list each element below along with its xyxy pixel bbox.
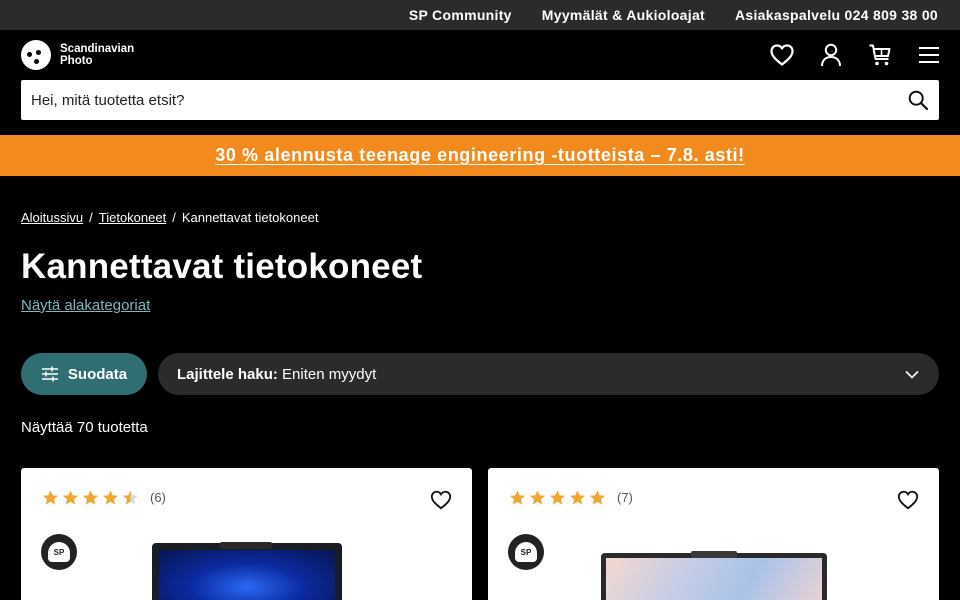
site-header: Scandinavian Photo — [0, 30, 960, 80]
laptop-camera — [220, 542, 272, 549]
star-icon — [102, 490, 119, 505]
breadcrumb-separator: / — [89, 210, 93, 225]
breadcrumb-separator: / — [172, 210, 176, 225]
search-bar — [21, 80, 939, 120]
promo-link[interactable]: 30 % alennusta teenage engineering -tuot… — [215, 145, 745, 166]
rating-count: (7) — [617, 490, 633, 505]
account-button[interactable] — [818, 42, 844, 68]
star-icon — [509, 490, 526, 505]
community-link[interactable]: SP Community — [409, 7, 512, 23]
filter-button[interactable]: Suodata — [21, 353, 147, 395]
star-icon — [529, 490, 546, 505]
search-button[interactable] — [906, 88, 930, 112]
star-icon — [82, 490, 99, 505]
sliders-icon — [41, 366, 58, 382]
chevron-down-icon — [905, 370, 919, 379]
search-input[interactable] — [31, 91, 906, 109]
sort-label: Lajittele haku: — [177, 365, 278, 383]
laptop-camera — [691, 551, 737, 558]
stores-link[interactable]: Myymälät & Aukioloajat — [542, 7, 705, 23]
menu-icon — [919, 47, 939, 63]
cart-button[interactable] — [867, 42, 893, 68]
star-rating — [509, 489, 609, 506]
logo-mark-icon — [21, 40, 51, 70]
sort-text: Lajittele haku: Eniten myydyt — [177, 366, 376, 383]
product-card[interactable]: (6) SP — [21, 468, 472, 600]
breadcrumb: Aloitussivu / Tietokoneet / Kannettavat … — [21, 210, 939, 225]
user-icon — [821, 43, 841, 67]
page-title: Kannettavat tietokoneet — [21, 247, 423, 286]
cart-icon — [869, 44, 891, 66]
product-rating: (7) — [509, 489, 633, 506]
sort-select[interactable]: Lajittele haku: Eniten myydyt — [158, 353, 939, 395]
logo-text: Scandinavian Photo — [60, 43, 134, 67]
result-count: Näyttää 70 tuotetta — [21, 419, 148, 436]
header-icons — [769, 42, 942, 68]
star-icon — [589, 490, 606, 505]
show-subcategories-link[interactable]: Näytä alakategoriat — [21, 297, 150, 314]
star-icon — [569, 490, 586, 505]
filter-label: Suodata — [67, 365, 128, 383]
main-content: Aloitussivu / Tietokoneet / Kannettavat … — [0, 210, 960, 600]
product-image[interactable] — [152, 542, 342, 600]
sp-badge: SP — [41, 534, 77, 570]
search-icon — [908, 90, 928, 110]
logo[interactable]: Scandinavian Photo — [21, 40, 134, 70]
product-image[interactable] — [601, 551, 827, 600]
sp-badge-label: SP — [515, 542, 537, 562]
logo-line-1: Scandinavian — [60, 43, 135, 55]
star-icon — [42, 490, 59, 505]
laptop-screen-image — [159, 550, 335, 600]
heart-icon — [770, 44, 794, 66]
sp-badge-label: SP — [48, 542, 70, 562]
wishlist-button[interactable] — [769, 42, 795, 68]
product-grid: (6) SP (7) SP — [21, 468, 939, 600]
top-utility-bar: SP Community Myymälät & Aukioloajat Asia… — [0, 0, 960, 30]
star-rating — [42, 489, 142, 506]
breadcrumb-home[interactable]: Aloitussivu — [21, 210, 83, 225]
star-icon — [122, 490, 139, 505]
menu-button[interactable] — [916, 42, 942, 68]
favorite-heart-icon[interactable] — [897, 489, 919, 511]
product-rating: (6) — [42, 489, 166, 506]
sort-value: Eniten myydyt — [282, 365, 377, 383]
laptop-screen-image — [606, 558, 822, 600]
promo-banner: 30 % alennusta teenage engineering -tuot… — [0, 135, 960, 176]
rating-count: (6) — [150, 490, 166, 505]
favorite-heart-icon[interactable] — [430, 489, 452, 511]
product-card[interactable]: (7) SP — [488, 468, 939, 600]
star-icon — [549, 490, 566, 505]
listing-controls: Suodata Lajittele haku: Eniten myydyt — [21, 353, 939, 395]
logo-line-2: Photo — [60, 55, 93, 67]
breadcrumb-current: Kannettavat tietokoneet — [181, 210, 319, 225]
star-icon — [62, 490, 79, 505]
customer-service-link[interactable]: Asiakaspalvelu 024 809 38 00 — [735, 7, 938, 23]
breadcrumb-computers[interactable]: Tietokoneet — [99, 210, 166, 225]
sp-badge: SP — [508, 534, 544, 570]
